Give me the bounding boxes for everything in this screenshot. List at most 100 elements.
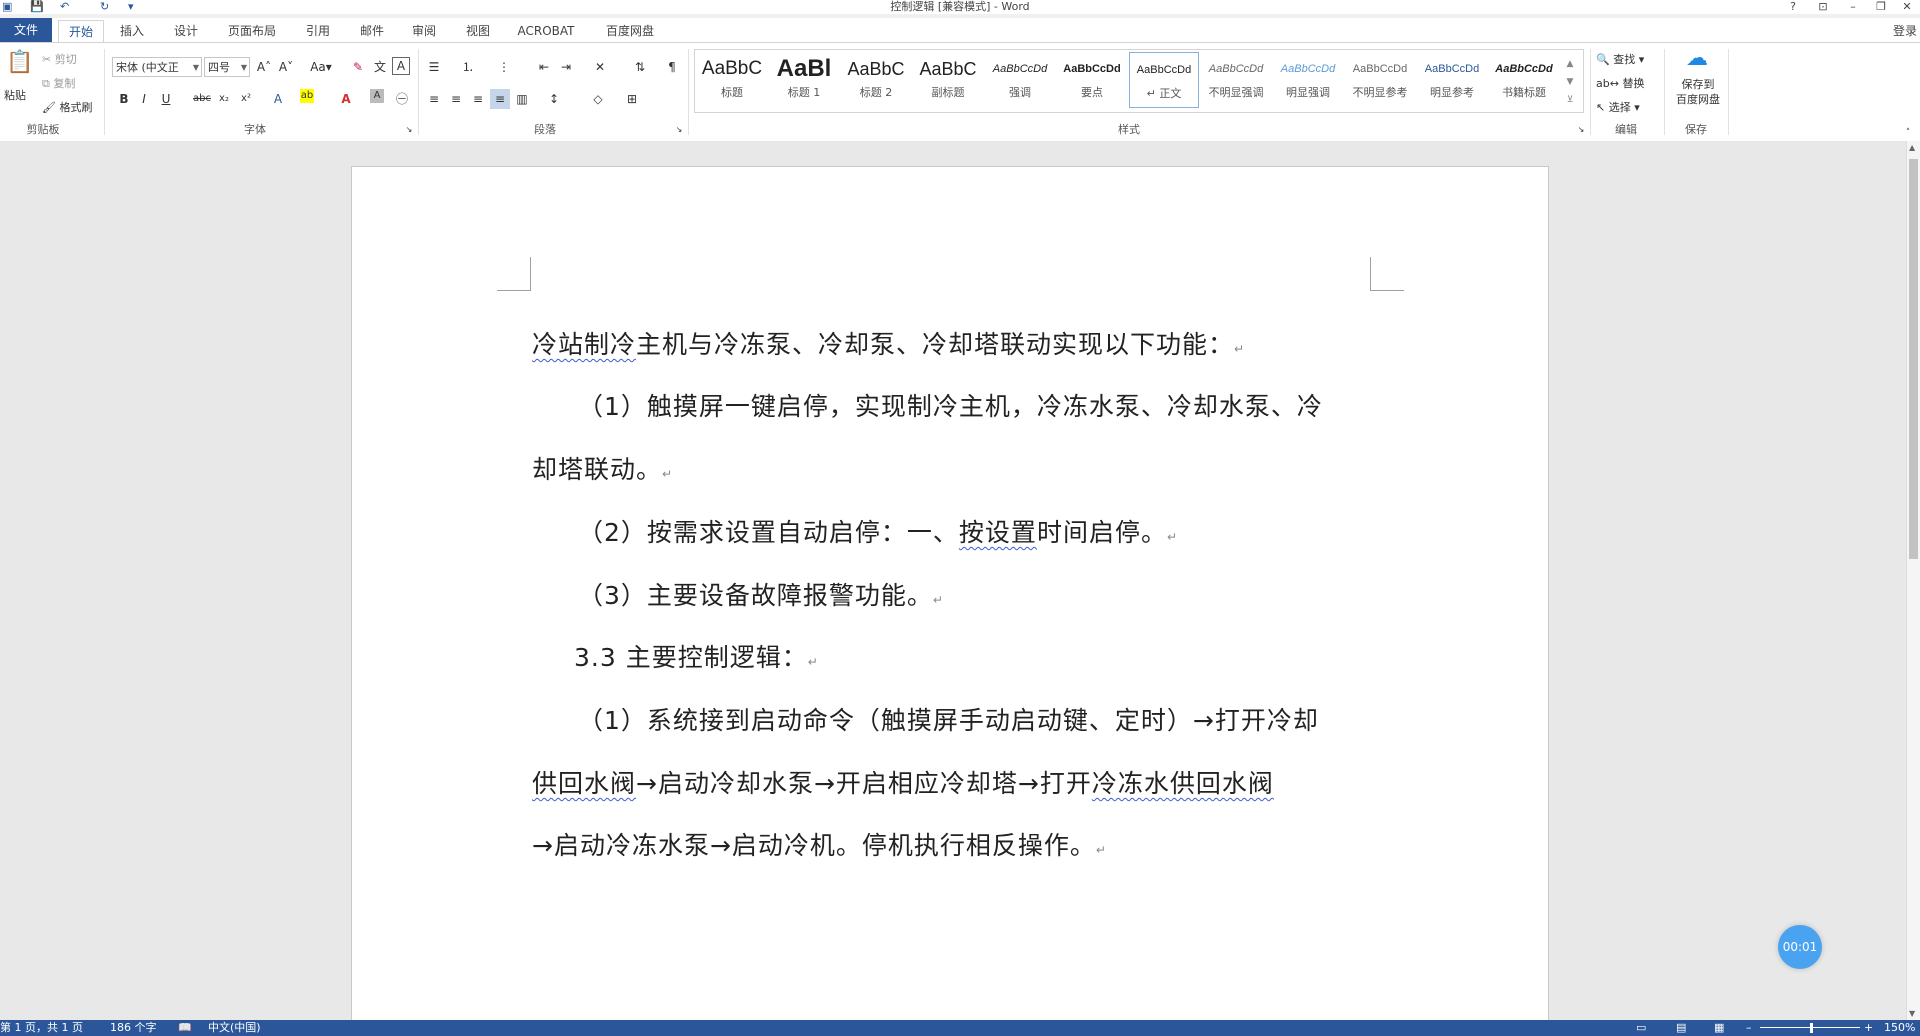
chinese-layout-icon[interactable]: ✕ bbox=[590, 57, 610, 77]
align-right-icon[interactable]: ≡ bbox=[468, 89, 488, 109]
character-shading-icon[interactable]: A bbox=[370, 89, 384, 103]
highlight-color-icon[interactable]: ab bbox=[300, 89, 314, 103]
font-name-select[interactable]: 宋体 (中文正 ▼ bbox=[112, 57, 202, 77]
clear-formatting-icon[interactable]: ✎ bbox=[348, 57, 368, 77]
bullets-icon[interactable]: ☰ bbox=[424, 57, 444, 77]
tab-mailings[interactable]: 邮件 bbox=[352, 20, 392, 42]
document-page[interactable]: 冷站制冷主机与冷冻泵、冷却泵、冷却塔联动实现以下功能：↵ （1）触摸屏一键启停，… bbox=[351, 166, 1549, 1020]
section-heading[interactable]: 3.3 主要控制逻辑：↵ bbox=[574, 638, 819, 674]
line-spacing-icon[interactable]: ↕ bbox=[544, 89, 564, 109]
gallery-scroll-up-icon[interactable]: ▲ bbox=[1561, 54, 1579, 74]
style-emphasis[interactable]: AaBbCcDd 强调 bbox=[985, 52, 1055, 108]
align-center-icon[interactable]: ≡ bbox=[446, 89, 466, 109]
page-count-status[interactable]: 第 1 页，共 1 页 bbox=[0, 1020, 83, 1036]
tab-references[interactable]: 引用 bbox=[298, 20, 338, 42]
replace-button[interactable]: ab↔ 替换 bbox=[1596, 75, 1644, 91]
vertical-scrollbar[interactable]: ▲ ▼ bbox=[1906, 141, 1920, 1020]
increase-indent-icon[interactable]: ⇥ bbox=[556, 57, 576, 77]
font-color-icon[interactable]: A bbox=[336, 89, 356, 109]
style-intense-reference[interactable]: AaBbCcDd 明显参考 bbox=[1417, 52, 1487, 108]
grow-font-icon[interactable]: A˄ bbox=[254, 57, 274, 77]
align-left-icon[interactable]: ≡ bbox=[424, 89, 444, 109]
text-effects-icon[interactable]: A bbox=[268, 89, 288, 109]
underline-icon[interactable]: U bbox=[156, 89, 176, 109]
tab-insert[interactable]: 插入 bbox=[112, 20, 152, 42]
spell-error-text[interactable]: 冷站制冷 bbox=[532, 330, 636, 359]
paragraph-1[interactable]: 冷站制冷主机与冷冻泵、冷却泵、冷却塔联动实现以下功能：↵ bbox=[532, 325, 1245, 361]
tab-page-layout[interactable]: 页面布局 bbox=[222, 20, 282, 42]
paragraph-5-line-2[interactable]: 供回水阀→启动冷却水泵→开启相应冷却塔→打开冷冻水供回水阀 bbox=[532, 764, 1274, 800]
close-button[interactable]: ✕ bbox=[1894, 0, 1920, 14]
paragraph-4[interactable]: （3）主要设备故障报警功能。↵ bbox=[578, 576, 944, 612]
collapse-ribbon-icon[interactable]: ˄ bbox=[1898, 123, 1918, 143]
help-button[interactable]: ? bbox=[1780, 0, 1806, 14]
paragraph-dialog-launcher-icon[interactable]: ↘ bbox=[674, 125, 684, 135]
superscript-icon[interactable]: x² bbox=[236, 89, 256, 109]
spell-error-text[interactable]: 冷冻水供回水阀 bbox=[1092, 769, 1274, 798]
character-border-icon[interactable]: A bbox=[392, 57, 410, 75]
bold-icon[interactable]: B bbox=[114, 89, 134, 109]
word-count-status[interactable]: 186 个字 bbox=[110, 1020, 157, 1036]
paragraph-2[interactable]: （1）触摸屏一键启停，实现制冷主机，冷冻水泵、冷却水泵、冷 bbox=[578, 387, 1323, 423]
recording-timer-badge[interactable]: 00:01 bbox=[1778, 925, 1822, 969]
find-button[interactable]: 🔍 查找 ▾ bbox=[1596, 51, 1644, 67]
subscript-icon[interactable]: x₂ bbox=[214, 89, 234, 109]
scrollbar-thumb[interactable] bbox=[1909, 159, 1918, 559]
italic-icon[interactable]: I bbox=[134, 89, 154, 109]
paste-icon[interactable]: 📋 bbox=[6, 52, 33, 85]
justify-icon[interactable]: ≡ bbox=[490, 89, 510, 109]
tab-baidu-netdisk[interactable]: 百度网盘 bbox=[598, 20, 662, 42]
tab-view[interactable]: 视图 bbox=[458, 20, 498, 42]
multilevel-list-icon[interactable]: ⋮ bbox=[494, 57, 514, 77]
paragraph-5[interactable]: （1）系统接到启动命令（触摸屏手动启动键、定时）→打开冷却 bbox=[578, 701, 1319, 737]
tab-design[interactable]: 设计 bbox=[166, 20, 206, 42]
login-link[interactable]: 登录 bbox=[1890, 20, 1920, 42]
gallery-more-icon[interactable]: ⊻ bbox=[1561, 90, 1579, 110]
paragraph-5-line-3[interactable]: →启动冷冻水泵→启动冷机。停机执行相反操作。↵ bbox=[532, 826, 1107, 862]
font-dialog-launcher-icon[interactable]: ↘ bbox=[404, 125, 414, 135]
phonetic-guide-icon[interactable]: 文 bbox=[370, 57, 390, 77]
baidu-netdisk-icon[interactable]: ☁ bbox=[1684, 48, 1710, 75]
zoom-in-icon[interactable]: + bbox=[1864, 1020, 1873, 1036]
decrease-indent-icon[interactable]: ⇤ bbox=[534, 57, 554, 77]
shading-icon[interactable]: ◇ bbox=[588, 89, 608, 109]
styles-dialog-launcher-icon[interactable]: ↘ bbox=[1576, 125, 1586, 135]
ribbon-display-options-button[interactable]: ⊡ bbox=[1810, 0, 1836, 14]
select-button[interactable]: ↖ 选择 ▾ bbox=[1596, 99, 1640, 115]
style-normal[interactable]: AaBbCcDd ↵ 正文 bbox=[1129, 52, 1199, 108]
grammar-error-text[interactable]: 按设置 bbox=[959, 518, 1037, 547]
tab-file[interactable]: 文件 bbox=[0, 18, 52, 42]
zoom-slider-thumb[interactable] bbox=[1810, 1023, 1813, 1033]
language-status[interactable]: 中文(中国) bbox=[208, 1020, 261, 1036]
style-subtle-reference[interactable]: AaBbCcDd 不明显参考 bbox=[1345, 52, 1415, 108]
style-heading-2[interactable]: AaBbC 标题 2 bbox=[841, 52, 911, 108]
proofing-icon[interactable]: 📖 bbox=[178, 1020, 192, 1036]
tab-home[interactable]: 开始 bbox=[58, 20, 104, 44]
read-mode-icon[interactable]: ▭ bbox=[1636, 1020, 1646, 1036]
style-subtle-emphasis[interactable]: AaBbCcDd 不明显强调 bbox=[1201, 52, 1271, 108]
paste-button[interactable]: 粘贴 bbox=[4, 87, 26, 103]
web-layout-icon[interactable]: ▦ bbox=[1714, 1020, 1724, 1036]
zoom-out-icon[interactable]: – bbox=[1746, 1020, 1752, 1036]
cut-button[interactable]: ✂ 剪切 bbox=[42, 51, 77, 67]
shrink-font-icon[interactable]: A˅ bbox=[276, 57, 296, 77]
distributed-icon[interactable]: ▥ bbox=[512, 89, 532, 109]
tab-review[interactable]: 审阅 bbox=[404, 20, 444, 42]
maximize-button[interactable]: ❐ bbox=[1868, 0, 1894, 14]
change-case-icon[interactable]: Aa▾ bbox=[306, 57, 336, 77]
font-size-select[interactable]: 四号 ▼ bbox=[204, 57, 250, 77]
copy-button[interactable]: ⧉ 复制 bbox=[42, 75, 75, 91]
print-layout-icon[interactable]: ▤ bbox=[1676, 1020, 1686, 1036]
borders-icon[interactable]: ⊞ bbox=[622, 89, 642, 109]
numbering-icon[interactable]: ⒈ bbox=[458, 57, 478, 77]
style-subtitle[interactable]: AaBbC 副标题 bbox=[913, 52, 983, 108]
style-heading-1[interactable]: AaBl 标题 1 bbox=[769, 52, 839, 108]
minimize-button[interactable]: – bbox=[1840, 0, 1866, 14]
strikethrough-icon[interactable]: abc bbox=[192, 89, 212, 109]
zoom-level[interactable]: 150% bbox=[1884, 1020, 1915, 1036]
gallery-scroll-down-icon[interactable]: ▼ bbox=[1561, 72, 1579, 92]
scroll-up-icon[interactable]: ▲ bbox=[1909, 143, 1915, 152]
style-book-title[interactable]: AaBbCcDd 书籍标题 bbox=[1489, 52, 1559, 108]
style-intense-emphasis[interactable]: AaBbCcDd 明显强调 bbox=[1273, 52, 1343, 108]
save-to-baidu-netdisk-button[interactable]: 保存到 百度网盘 bbox=[1670, 77, 1726, 107]
